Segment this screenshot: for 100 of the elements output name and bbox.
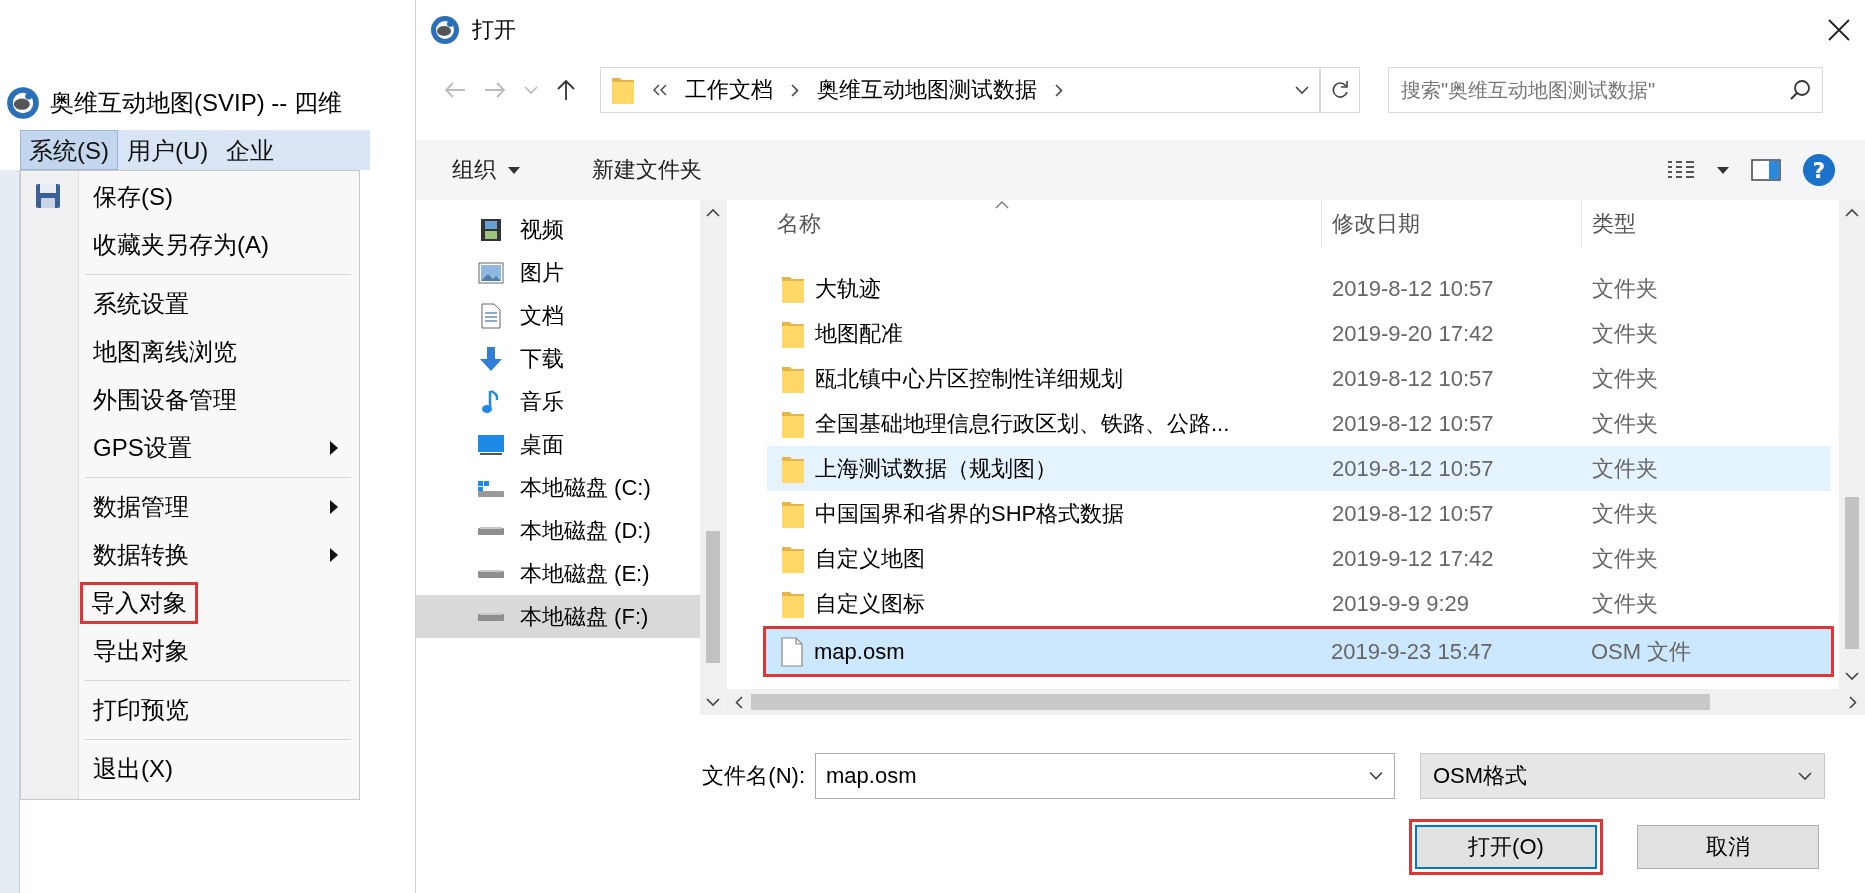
dialog-button[interactable]: 取消 [1637, 825, 1819, 869]
dropdown-arrow-icon[interactable] [1717, 166, 1729, 174]
nav-item[interactable]: 本地磁盘 (E:) [416, 552, 700, 595]
refresh-icon [1330, 80, 1350, 100]
vertical-scrollbar[interactable] [1839, 200, 1865, 689]
view-list-icon[interactable] [1667, 160, 1695, 180]
chevron-left-icon [735, 695, 743, 709]
preview-pane-icon[interactable] [1751, 159, 1781, 181]
chevron-up-icon [706, 208, 720, 217]
forward-arrow-icon[interactable] [484, 81, 506, 99]
modified-date: 2019-9-12 17:42 [1331, 545, 1495, 572]
nav-item[interactable]: 文档 [416, 294, 700, 337]
file-row[interactable]: map.osm 2019-9-23 15:47 OSM 文件 [766, 629, 1831, 674]
column-header[interactable]: 类型 [1582, 200, 1636, 248]
menu-item[interactable]: 保存(S) [93, 181, 173, 213]
file-name: 自定义地图 [815, 544, 925, 573]
nav-label: 本地磁盘 (C:) [520, 473, 651, 502]
toolbar-button[interactable]: 新建文件夹 [586, 154, 708, 186]
filename-field[interactable]: map.osm [815, 753, 1395, 799]
menu-bar-item[interactable]: 用户(U) [118, 130, 218, 170]
document-icon [480, 302, 502, 329]
down-arrow-icon [478, 345, 504, 372]
file-name: 上海测试数据（规划图） [815, 454, 1057, 483]
menu-item[interactable]: 导出对象 [93, 635, 189, 667]
breadcrumb[interactable]: 工作文档 [685, 75, 773, 105]
dialog-button[interactable]: 打开(O) [1415, 825, 1597, 869]
refresh-button[interactable] [1320, 67, 1360, 113]
modified-date: 2019-8-12 10:57 [1331, 455, 1495, 482]
menu-item[interactable]: 打印预览 [93, 694, 189, 726]
nav-item[interactable]: 视频 [416, 208, 700, 251]
column-header[interactable]: 修改日期 [1322, 200, 1582, 248]
file-type: 文件夹 [1591, 454, 1658, 483]
app-title: 奥维互动地图(SVIP) -- 四维 [50, 87, 342, 118]
toolbar-button[interactable]: 组织 [446, 154, 526, 186]
horizontal-scrollbar[interactable] [727, 689, 1865, 715]
file-row[interactable]: 地图配准 2019-9-20 17:42 文件夹 [767, 311, 1831, 356]
filename-label: 文件名(N): [702, 762, 805, 790]
menu-bar-item[interactable]: 企业 [217, 130, 284, 170]
up-arrow-icon[interactable] [556, 79, 576, 101]
back-arrow-icon[interactable] [444, 81, 466, 99]
file-type: OSM 文件 [1590, 637, 1692, 666]
chevron-right-icon [791, 83, 799, 97]
menu-bar-item[interactable]: 系统(S) [20, 130, 118, 170]
nav-label: 下载 [520, 344, 564, 373]
file-name: 大轨迹 [815, 274, 881, 303]
menu-item[interactable]: 数据转换 [93, 539, 189, 571]
app-logo-icon [430, 15, 460, 45]
nav-label: 文档 [520, 301, 564, 330]
breadcrumb[interactable]: 奥维互动地图测试数据 [817, 75, 1037, 105]
file-row[interactable]: 自定义图标 2019-9-9 9:29 文件夹 [767, 581, 1831, 626]
file-row[interactable]: 大轨迹 2019-8-12 10:57 文件夹 [767, 266, 1831, 311]
search-field[interactable]: 搜索"奥维互动地图测试数据" [1388, 67, 1823, 113]
search-icon [1789, 79, 1811, 101]
file-type-dropdown[interactable]: OSM格式 [1420, 753, 1825, 799]
nav-item[interactable]: 音乐 [416, 380, 700, 423]
nav-item[interactable]: 下载 [416, 337, 700, 380]
file-row[interactable]: 上海测试数据（规划图） 2019-8-12 10:57 文件夹 [767, 446, 1831, 491]
image-icon [478, 261, 504, 284]
file-row[interactable]: 全国基础地理信息行政区划、铁路、公路... 2019-8-12 10:57 文件夹 [767, 401, 1831, 446]
column-header[interactable]: 名称 [767, 200, 1322, 248]
file-row[interactable]: 自定义地图 2019-9-12 17:42 文件夹 [767, 536, 1831, 581]
file-row[interactable]: 中国国界和省界的SHP格式数据 2019-8-12 10:57 文件夹 [767, 491, 1831, 536]
menu-item[interactable]: 收藏夹另存为(A) [93, 229, 269, 261]
nav-item[interactable]: 本地磁盘 (C:) [416, 466, 700, 509]
film-icon [479, 217, 503, 242]
file-type: 文件夹 [1591, 544, 1658, 573]
menu-item[interactable]: 数据管理 [93, 491, 189, 523]
dialog-title: 打开 [472, 16, 516, 44]
file-name: 自定义图标 [815, 589, 925, 618]
file-name: 中国国界和省界的SHP格式数据 [815, 499, 1125, 528]
scroll-thumb[interactable] [1845, 497, 1859, 649]
modified-date: 2019-9-20 17:42 [1331, 320, 1495, 347]
menu-item[interactable]: GPS设置 [93, 432, 192, 464]
modified-date: 2019-8-12 10:57 [1331, 275, 1495, 302]
nav-item[interactable]: 本地磁盘 (D:) [416, 509, 700, 552]
file-row[interactable]: 瓯北镇中心片区控制性详细规划 2019-8-12 10:57 文件夹 [767, 356, 1831, 401]
modified-date: 2019-9-9 9:29 [1331, 590, 1470, 617]
menu-item[interactable]: 外围设备管理 [93, 384, 237, 416]
menu-item[interactable]: 导入对象 [80, 582, 198, 624]
modified-date: 2019-8-12 10:57 [1331, 410, 1495, 437]
modified-date: 2019-8-12 10:57 [1331, 500, 1495, 527]
address-bar[interactable]: 工作文档 奥维互动地图测试数据 [600, 67, 1320, 113]
file-type: 文件夹 [1591, 274, 1658, 303]
monitor-icon [477, 433, 505, 456]
chevron-right-icon [1849, 695, 1857, 709]
nav-label: 本地磁盘 (D:) [520, 516, 651, 545]
nav-item[interactable]: 本地磁盘 (F:) [416, 595, 700, 638]
nav-item[interactable]: 桌面 [416, 423, 700, 466]
chevron-down-icon [706, 698, 720, 707]
close-icon[interactable] [1827, 18, 1851, 42]
file-type: 文件夹 [1591, 319, 1658, 348]
vertical-scrollbar[interactable] [700, 200, 726, 715]
drive-icon [477, 525, 505, 536]
nav-item[interactable]: 图片 [416, 251, 700, 294]
menu-item[interactable]: 地图离线浏览 [93, 336, 237, 368]
help-button[interactable]: ? [1803, 154, 1835, 186]
scroll-thumb[interactable] [706, 530, 720, 664]
menu-item[interactable]: 退出(X) [93, 753, 173, 785]
chevron-down-icon [1369, 771, 1383, 781]
menu-item[interactable]: 系统设置 [93, 288, 189, 320]
